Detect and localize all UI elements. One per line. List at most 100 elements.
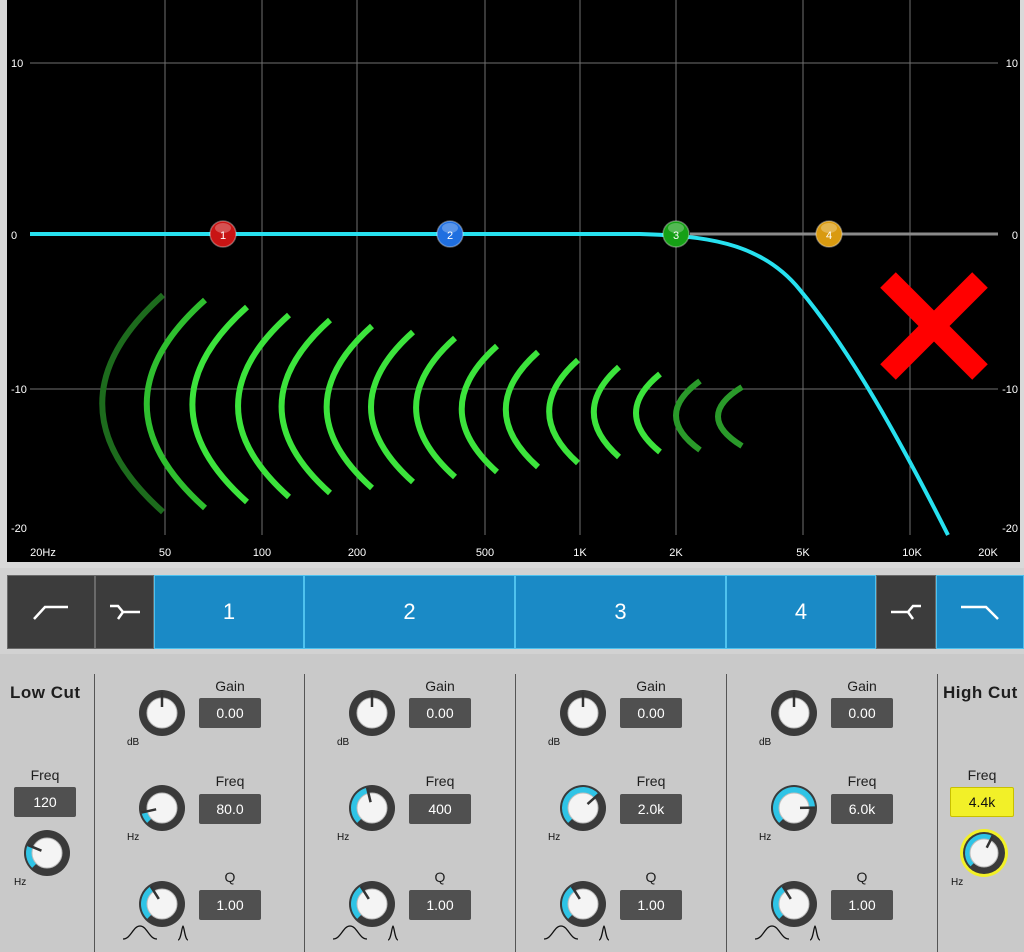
band-3-q-value[interactable]: 1.00: [620, 890, 682, 920]
high-cut-freq-value[interactable]: 4.4k: [950, 787, 1014, 817]
db-label-right: 0: [1012, 230, 1018, 242]
band-selector-bar: 1 2 3 4: [0, 568, 1024, 654]
freq-label: 2K: [669, 547, 683, 559]
band-1-q-label: Q: [224, 869, 236, 885]
low-shelf-shape-icon: [109, 604, 140, 620]
eq-graph[interactable]: 1234 10 0 -10 -20 10 0 -10 -20 20Hz 50 100 200 500 1K…: [0, 0, 1024, 568]
db-label-left: 10: [11, 58, 23, 70]
wide-q-icon: [122, 925, 158, 940]
graph-background: [7, 0, 1020, 562]
eq-graph-canvas[interactable]: 1234 100-10-20100-10-2020Hz 50 100 200 500 1K…: [0, 0, 1024, 568]
band-3-gain-value[interactable]: 0.00: [620, 698, 682, 728]
wide-q-icon: [543, 925, 579, 940]
band-2-freq-value[interactable]: 400: [409, 794, 471, 824]
high-shelf-toggle[interactable]: [876, 575, 936, 649]
band-3-freq-unit: Hz: [548, 832, 561, 843]
band-3-freq-label: Freq: [636, 773, 666, 789]
band-2-gain-knob[interactable]: [347, 688, 397, 738]
high-cut-toggle[interactable]: [936, 575, 1024, 649]
db-label-left: -10: [11, 384, 27, 396]
band-3-node[interactable]: 3: [662, 220, 690, 248]
band-2-gain-label: Gain: [425, 678, 455, 694]
band-2-freq-knob[interactable]: [347, 783, 397, 833]
band-4-gain-label: Gain: [847, 678, 877, 694]
divider: [937, 674, 938, 952]
freq-label: 10K: [902, 547, 922, 559]
band-1-node[interactable]: 1: [209, 220, 237, 248]
band-4-freq-unit: Hz: [759, 832, 772, 843]
band-2-label: 2: [403, 599, 416, 624]
band-2-tab[interactable]: 2: [304, 575, 515, 649]
band-4-tab[interactable]: 4: [726, 575, 876, 649]
band-4-q-label: Q: [856, 869, 868, 885]
low-cut-freq-value[interactable]: 120: [14, 787, 76, 817]
narrow-q-icon: [598, 925, 610, 941]
divider: [515, 674, 516, 952]
band-2-node[interactable]: 2: [436, 220, 464, 248]
band-1-gain-knob[interactable]: [137, 688, 187, 738]
low-shelf-toggle[interactable]: [95, 575, 154, 649]
low-cut-toggle[interactable]: [7, 575, 95, 649]
band-3-gain-knob[interactable]: [558, 688, 608, 738]
band-1-freq-label: Freq: [215, 773, 245, 789]
band-4-gain-knob[interactable]: [769, 688, 819, 738]
high-cut-unit: Hz: [951, 877, 964, 888]
band-4-label: 4: [794, 599, 808, 624]
high-cut-shape-icon: [961, 605, 999, 620]
band-node-label: 2: [447, 230, 453, 242]
band-2-gain-value[interactable]: 0.00: [409, 698, 471, 728]
low-cut-title: Low Cut: [10, 683, 81, 702]
band-node-label: 1: [220, 230, 226, 242]
band-3-freq-knob[interactable]: [558, 783, 608, 833]
band-3-gain-label: Gain: [636, 678, 666, 694]
band-2-freq-unit: Hz: [337, 832, 350, 843]
high-cut-title: High Cut: [943, 683, 1018, 702]
band-3-q-label: Q: [645, 869, 657, 885]
band-4-gain-unit: dB: [759, 737, 772, 748]
wide-q-icon: [332, 925, 368, 940]
db-label-right: -20: [1002, 523, 1018, 535]
low-cut-freq-label: Freq: [30, 767, 60, 783]
band-node-label: 3: [673, 230, 679, 242]
band-1-gain-value[interactable]: 0.00: [199, 698, 261, 728]
db-label-left: -20: [11, 523, 27, 535]
narrow-q-icon: [177, 925, 189, 941]
band-4-q-value[interactable]: 1.00: [831, 890, 893, 920]
band-1-freq-unit: Hz: [127, 832, 140, 843]
band-4-freq-label: Freq: [847, 773, 877, 789]
band-1-q-value[interactable]: 1.00: [199, 890, 261, 920]
high-shelf-shape-icon: [891, 604, 921, 620]
high-cut-freq-label: Freq: [967, 767, 997, 783]
band-1-gain-label: Gain: [215, 678, 245, 694]
low-cut-shape-icon: [33, 605, 68, 620]
band-3-tab[interactable]: 3: [515, 575, 726, 649]
band-1-gain-unit: dB: [127, 737, 140, 748]
db-label-right: 10: [1006, 58, 1018, 70]
band-1-label: 1: [222, 599, 236, 624]
band-4-node[interactable]: 4: [815, 220, 843, 248]
band-4-freq-value[interactable]: 6.0k: [831, 794, 893, 824]
high-cut-freq-knob[interactable]: [959, 828, 1009, 878]
narrow-q-icon: [809, 925, 821, 941]
band-1-tab[interactable]: 1: [154, 575, 304, 649]
band-2-gain-unit: dB: [337, 737, 350, 748]
band-2-q-label: Q: [434, 869, 446, 885]
band-4-gain-value[interactable]: 0.00: [831, 698, 893, 728]
freq-label: 50: [159, 547, 171, 559]
db-label-left: 0: [11, 230, 17, 242]
divider: [726, 674, 727, 952]
low-cut-freq-knob[interactable]: [22, 828, 72, 878]
band-2-q-value[interactable]: 1.00: [409, 890, 471, 920]
divider: [304, 674, 305, 952]
band-1-freq-knob[interactable]: [137, 783, 187, 833]
band-3-label: 3: [614, 599, 627, 624]
low-cut-unit: Hz: [14, 877, 27, 888]
band-4-freq-knob[interactable]: [769, 783, 819, 833]
freq-label: 500: [476, 547, 494, 559]
freq-label: 20K: [978, 547, 998, 559]
band-3-freq-value[interactable]: 2.0k: [620, 794, 682, 824]
freq-label: 200: [348, 547, 366, 559]
band-2-freq-label: Freq: [425, 773, 455, 789]
band-3-gain-unit: dB: [548, 737, 561, 748]
band-1-freq-value[interactable]: 80.0: [199, 794, 261, 824]
